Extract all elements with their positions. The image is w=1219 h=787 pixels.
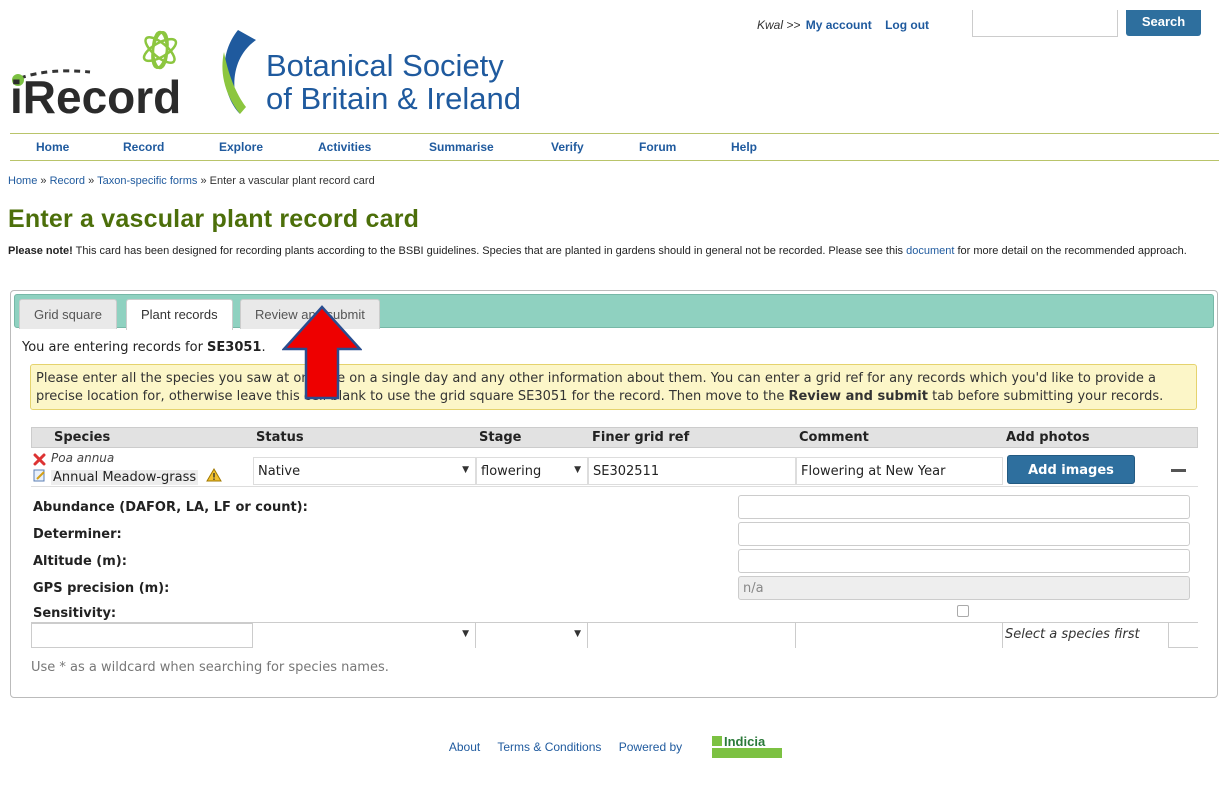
svg-text:Indicia: Indicia [724, 734, 766, 749]
footer-about[interactable]: About [449, 740, 480, 754]
abundance-input[interactable] [738, 495, 1190, 519]
new-species-row: ▼ ▼ Select a species first [31, 622, 1198, 648]
warning-icon [206, 468, 222, 482]
footer: About Terms & Conditions Powered by [0, 740, 1219, 754]
tab-bar: Grid square Plant records Review and sub… [14, 294, 1214, 330]
header-species: Species [54, 430, 111, 445]
species-common: Annual Meadow-grass [51, 470, 199, 485]
info-part2: tab before submitting your records. [927, 389, 1164, 404]
new-status-select[interactable]: ▼ [253, 623, 476, 648]
page-title: Enter a vascular plant record card [8, 205, 420, 233]
altitude-label: Altitude (m): [33, 554, 127, 569]
header-gridref: Finer grid ref [592, 430, 690, 445]
info-bold: Review and submit [788, 389, 928, 404]
altitude-input[interactable] [738, 549, 1190, 573]
new-species-input[interactable] [31, 623, 253, 648]
determiner-input[interactable] [738, 522, 1190, 546]
bsbi-title: Botanical Society of Britain & Ireland [266, 49, 521, 115]
abundance-label: Abundance (DAFOR, LA, LF or count): [33, 500, 308, 515]
chevron-down-icon: ▼ [574, 629, 581, 639]
header-comment: Comment [799, 430, 869, 445]
comment-input[interactable]: Flowering at New Year [796, 457, 1003, 485]
footer-powered: Powered by [618, 740, 683, 754]
stage-select[interactable]: flowering ▼ [476, 457, 588, 485]
attr-abundance: Abundance (DAFOR, LA, LF or count): [31, 495, 1198, 521]
attr-determiner: Determiner: [31, 522, 1198, 548]
note-text: Please note! This card has been designed… [8, 243, 1213, 260]
note-text1: This card has been designed for recordin… [72, 245, 907, 257]
nav-forum[interactable]: Forum [639, 140, 676, 154]
nav-home[interactable]: Home [36, 140, 69, 154]
note-bold: Please note! [8, 245, 73, 257]
breadcrumb-home[interactable]: Home [8, 175, 37, 187]
indicia-logo[interactable]: Indicia [712, 734, 784, 760]
entering-prefix: You are entering records for [22, 340, 208, 355]
svg-text:iRecord: iRecord [10, 71, 181, 120]
wildcard-hint: Use * as a wildcard when searching for s… [31, 660, 389, 675]
sensitivity-label: Sensitivity: [33, 606, 117, 621]
breadcrumb-record[interactable]: Record [50, 175, 85, 187]
info-box: Please enter all the species you saw at … [30, 364, 1197, 410]
species-row: Poa annua Annual Meadow-grass Native ▼ fl… [31, 449, 1198, 487]
breadcrumb: Home » Record » Taxon-specific forms » E… [8, 175, 375, 187]
nav-verify[interactable]: Verify [551, 140, 584, 154]
grid-header: Species Status Stage Finer grid ref Comm… [31, 427, 1198, 448]
new-stage-select[interactable]: ▼ [476, 623, 588, 648]
sensitivity-checkbox[interactable] [957, 605, 969, 617]
search-button[interactable]: Search [1126, 10, 1201, 36]
footer-terms[interactable]: Terms & Conditions [497, 740, 601, 754]
status-value: Native [258, 464, 301, 479]
new-gridref-input[interactable] [588, 623, 796, 648]
breadcrumb-taxon[interactable]: Taxon-specific forms [97, 175, 197, 187]
add-images-button[interactable]: Add images [1007, 455, 1135, 484]
gps-label: GPS precision (m): [33, 581, 170, 596]
bsbi-line2: of Britain & Ireland [266, 81, 522, 116]
bsbi-line1: Botanical Society [266, 48, 504, 83]
species-latin: Poa annua [51, 451, 115, 465]
delete-icon[interactable] [33, 453, 46, 466]
chevron-down-icon: ▼ [574, 465, 581, 475]
main-nav: Home Record Explore Activities Summarise… [10, 133, 1219, 161]
gridref-input[interactable]: SE302511 [588, 457, 796, 485]
status-select[interactable]: Native ▼ [253, 457, 476, 485]
account-links: Kwal >> My account Log out [757, 18, 929, 32]
nav-record[interactable]: Record [123, 140, 164, 154]
entering-text: You are entering records for SE3051. [22, 340, 266, 355]
chevron-down-icon: ▼ [462, 465, 469, 475]
breadcrumb-sep: » [200, 175, 207, 187]
gps-input: n/a [738, 576, 1190, 600]
attr-altitude: Altitude (m): [31, 549, 1198, 575]
chevron-down-icon: ▼ [462, 629, 469, 639]
my-account-link[interactable]: My account [806, 18, 872, 32]
document-link[interactable]: document [906, 245, 954, 257]
nav-activities[interactable]: Activities [318, 140, 371, 154]
select-species-hint: Select a species first [1003, 623, 1169, 648]
nav-explore[interactable]: Explore [219, 140, 263, 154]
breadcrumb-sep: » [88, 175, 95, 187]
entering-suffix: . [261, 340, 266, 355]
collapse-icon[interactable] [1171, 469, 1186, 472]
edit-icon[interactable] [33, 469, 46, 482]
tab-grid-square[interactable]: Grid square [19, 299, 117, 329]
header-photos: Add photos [1006, 430, 1090, 445]
search-input[interactable] [972, 10, 1118, 37]
note-text2: for more detail on the recommended appro… [954, 245, 1187, 257]
breadcrumb-sep: » [40, 175, 47, 187]
header-status: Status [256, 430, 304, 445]
irecord-logo[interactable]: iRecord [10, 20, 210, 120]
new-comment-input[interactable] [796, 623, 1003, 648]
logout-link[interactable]: Log out [885, 18, 929, 32]
username: Kwal >> [757, 18, 801, 32]
attr-gps: GPS precision (m): n/a [31, 576, 1198, 602]
grid-square-value: SE3051 [207, 340, 262, 355]
determiner-label: Determiner: [33, 527, 122, 542]
header-stage: Stage [479, 430, 522, 445]
nav-help[interactable]: Help [731, 140, 757, 154]
breadcrumb-current: Enter a vascular plant record card [209, 175, 375, 187]
arrow-up-icon [282, 305, 362, 400]
stage-value: flowering [481, 464, 542, 479]
nav-summarise[interactable]: Summarise [429, 140, 494, 154]
tab-plant-records[interactable]: Plant records [126, 299, 233, 330]
